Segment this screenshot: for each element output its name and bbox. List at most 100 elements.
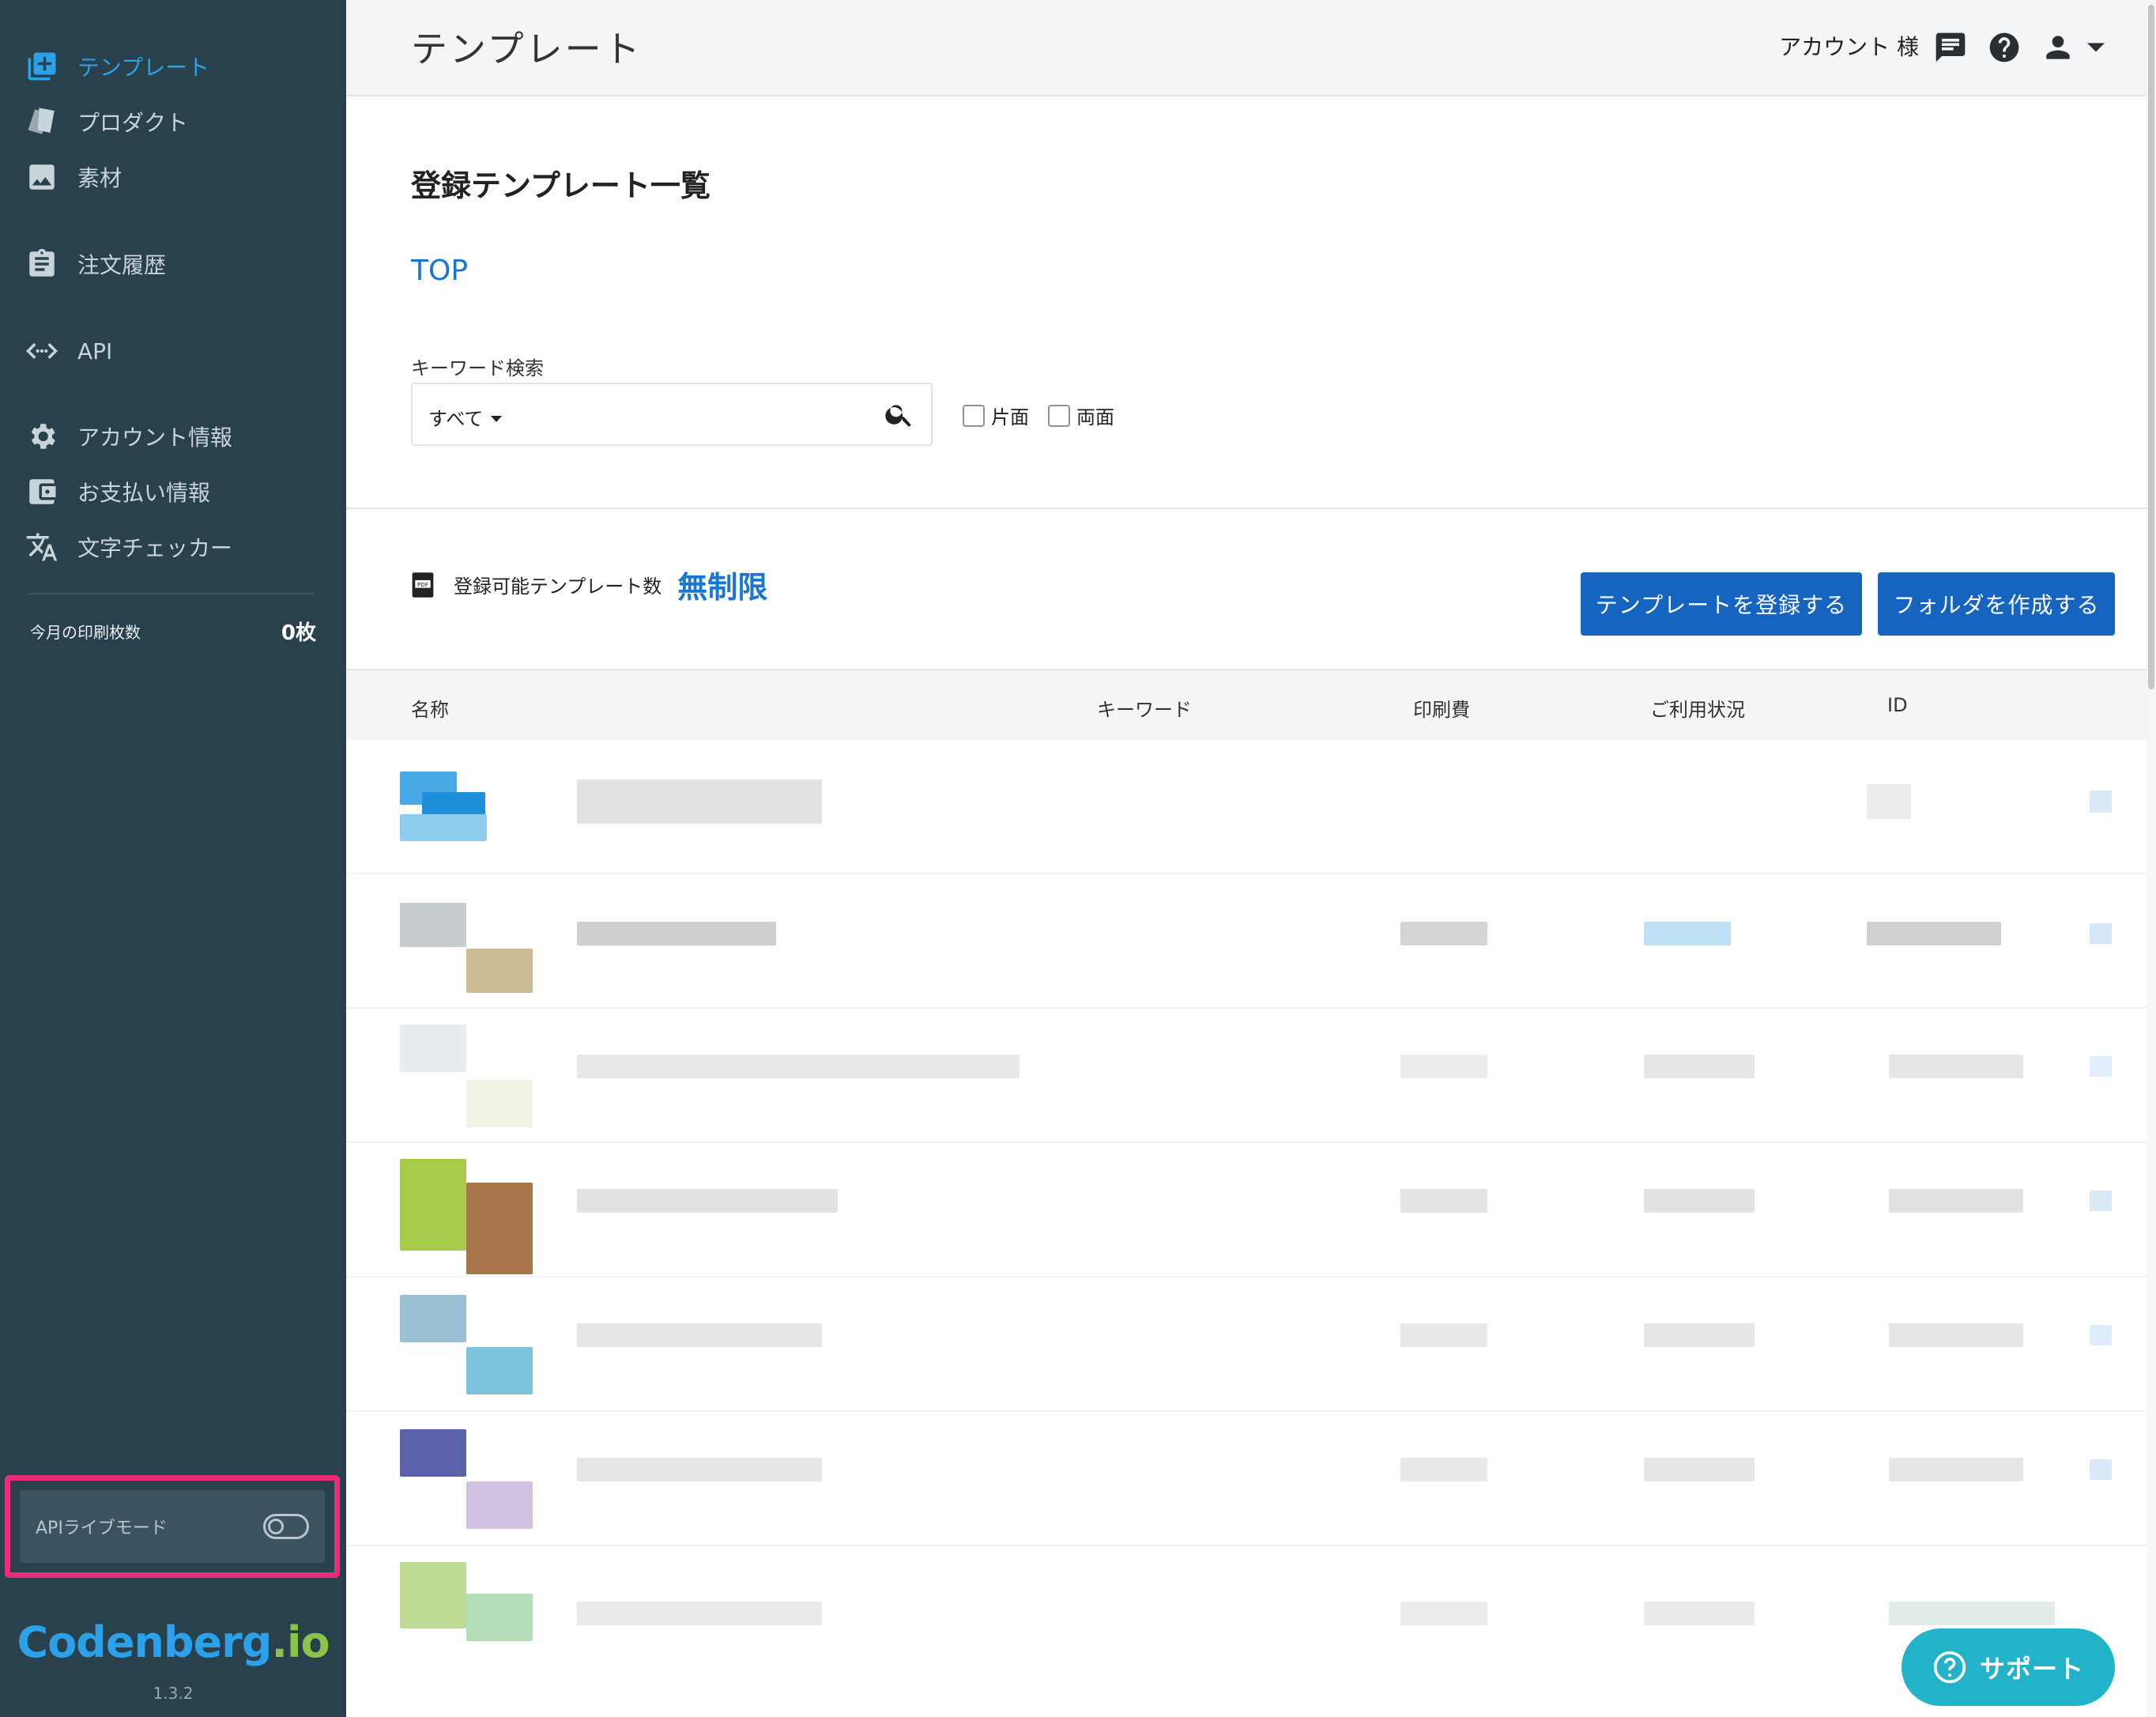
pdf-icon: PDF [411,572,435,598]
row-title-blur [577,922,776,945]
account-name[interactable]: アカウント 様 [1779,30,1919,62]
column-usage-status[interactable]: ご利用状況 [1650,694,1745,722]
row-status-blur [1644,1055,1755,1078]
row-title-blur [577,779,822,824]
sidebar-item-materials[interactable]: 素材 [24,153,122,201]
chevron-down-icon [491,415,503,422]
sidebar-item-payment-info[interactable]: お支払い情報 [24,468,210,515]
row-action-blur [2090,1325,2112,1345]
row-action-blur [2090,923,2112,944]
table-row[interactable] [346,1412,2147,1546]
app-version: 1.3.2 [153,1684,194,1703]
row-status-blur [1644,1323,1755,1347]
user-icon[interactable] [2039,28,2077,66]
row-cost-blur [1400,1323,1487,1347]
column-name[interactable]: 名称 [411,694,449,722]
wallet-icon [24,474,60,510]
sidebar-item-template[interactable]: テンプレート [24,43,209,90]
sidebar-item-text-checker[interactable]: 文字チェッカー [24,523,232,571]
row-status-blur [1644,1602,1755,1625]
api-live-mode-toggle[interactable] [263,1514,309,1539]
keyword-search-label: キーワード検索 [411,357,544,379]
register-template-button[interactable]: テンプレートを登録する [1581,572,1862,636]
chat-icon[interactable] [1932,28,1969,66]
scrollbar-thumb[interactable] [2148,5,2154,689]
table-row[interactable] [346,1277,2147,1412]
thumbnail [466,1080,533,1127]
row-id-blur [1889,1602,2055,1625]
row-id-blur [1867,784,1911,819]
image-icon [24,159,60,195]
table-row[interactable] [346,1009,2147,1143]
sidebar-item-label: テンプレート [77,55,210,81]
row-status-blur [1644,922,1731,945]
row-id-blur [1889,1189,2023,1213]
api-live-mode-label: APIライブモード [36,1519,168,1538]
row-action-blur [2090,1056,2112,1077]
single-sided-checkbox[interactable]: 片面 [963,402,1029,429]
thumbnail [466,1183,533,1274]
support-label: サポート [1979,1654,2084,1684]
column-print-cost[interactable]: 印刷費 [1413,694,1470,722]
thumbnail [400,1159,466,1251]
keyword-search: すべて [411,383,933,446]
logo-dot: . [271,1617,287,1667]
sidebar-item-account-info[interactable]: アカウント情報 [24,413,232,460]
row-title-blur [577,1189,838,1213]
sidebar: テンプレート プロダクト 素材 注文履歴 API アカウント情報 お支払い情報 … [0,0,346,1717]
product-cards-icon [24,104,60,140]
row-action-blur [2090,1459,2112,1480]
row-title-blur [577,1323,822,1347]
table-row[interactable] [346,874,2147,1009]
search-scope-value: すべて [428,408,484,430]
template-add-icon [24,48,60,85]
checkbox-box[interactable] [1048,404,1070,427]
help-icon[interactable] [1985,28,2023,66]
section-heading: 登録テンプレート一覧 [411,168,710,203]
sidebar-item-label: アカウント情報 [77,425,233,451]
column-keyword[interactable]: キーワード [1097,694,1192,722]
create-folder-button[interactable]: フォルダを作成する [1878,572,2115,636]
single-sided-label: 片面 [991,406,1029,428]
double-sided-checkbox[interactable]: 両面 [1048,402,1114,429]
help-circle-icon [1933,1651,1966,1684]
row-title-blur [577,1602,822,1625]
sidebar-item-label: 文字チェッカー [77,535,233,561]
svg-text:PDF: PDF [417,580,428,587]
dropdown-caret-icon[interactable] [2077,28,2115,66]
sidebar-item-api[interactable]: API [24,327,112,375]
thumbnail [466,1594,533,1641]
main-content: 登録テンプレート一覧 TOP キーワード検索 すべて 片面 両面 PDF 登録可… [346,96,2147,1717]
api-live-mode-panel: APIライブモード [20,1490,325,1563]
row-cost-blur [1400,1055,1487,1078]
checkbox-box[interactable] [963,404,985,427]
row-cost-blur [1400,1458,1487,1481]
translate-icon [24,529,60,565]
template-quota: PDF 登録可能テンプレート数 無制限 [411,563,767,606]
table-row[interactable] [346,740,2147,874]
search-input[interactable] [515,392,866,438]
breadcrumb-top[interactable]: TOP [411,255,468,287]
table-row[interactable] [346,1143,2147,1277]
sidebar-item-order-history[interactable]: 注文履歴 [24,240,166,288]
toggle-knob [268,1519,284,1534]
code-icon [24,333,60,369]
thumbnail [466,949,533,993]
table-row[interactable] [346,1546,2147,1689]
scrollbar[interactable] [2147,0,2156,1717]
column-id[interactable]: ID [1887,694,1908,716]
row-id-blur [1889,1055,2023,1078]
sidebar-item-label: 注文履歴 [77,252,167,278]
row-title-blur [577,1055,1020,1078]
search-icon[interactable] [882,397,917,432]
monthly-print-count: 今月の印刷枚数 0枚 [30,617,316,646]
support-button[interactable]: サポート [1902,1628,2115,1706]
clipboard-icon [24,246,60,282]
search-scope-select[interactable]: すべて [428,403,503,431]
sidebar-item-product[interactable]: プロダクト [24,98,188,145]
thumbnail [400,1025,466,1072]
row-status-blur [1644,1458,1755,1481]
row-action-blur [2090,791,2112,813]
logo-main: Codenberg [17,1617,272,1667]
print-count-label: 今月の印刷枚数 [30,623,141,642]
